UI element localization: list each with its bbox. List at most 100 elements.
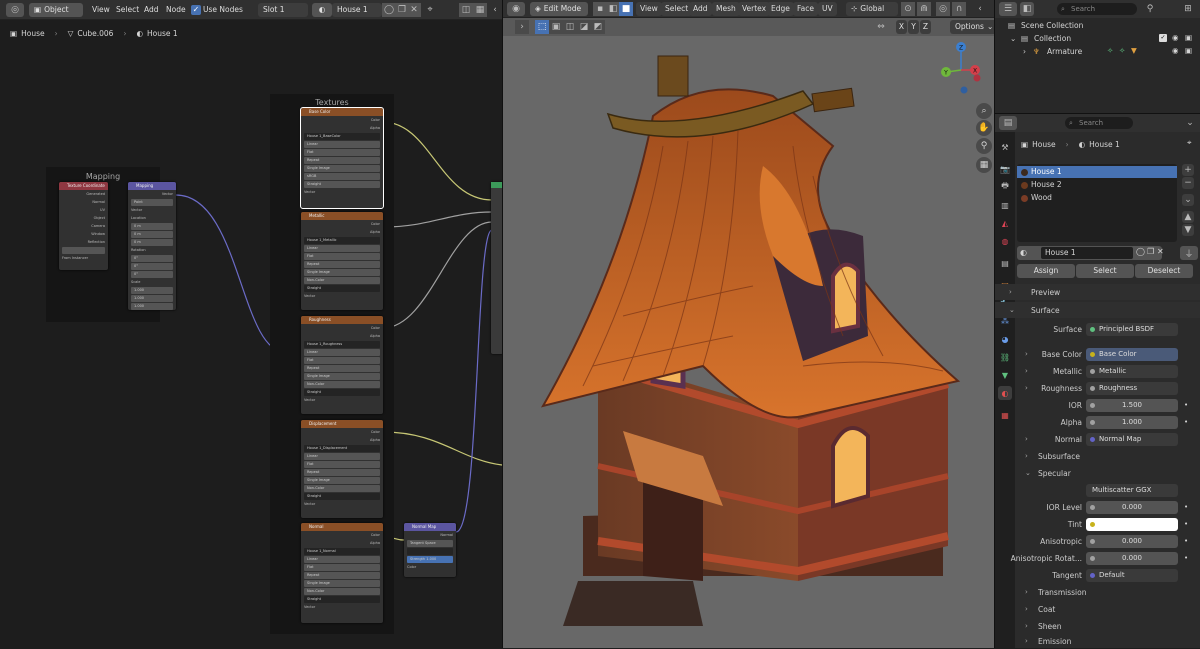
select-mode-extend-icon[interactable]: ◫ xyxy=(563,20,577,34)
unlink-icon[interactable]: ✕ xyxy=(1157,247,1164,256)
world-tab-icon[interactable]: ◍ xyxy=(998,234,1012,248)
animate-dot-icon[interactable]: • xyxy=(1184,401,1188,409)
move-up-icon[interactable]: ▲ xyxy=(1182,211,1194,223)
coat-subpanel[interactable]: › Coat xyxy=(995,601,1200,617)
outliner[interactable]: ☰ ◧ ⌕ Search ⚲ ⊞ ▤ Scene Collection ⌄ ▤ C… xyxy=(995,0,1200,113)
colorspace-dropdown[interactable]: Non-Color xyxy=(304,277,380,284)
output-tab-icon[interactable]: 🖶 xyxy=(998,180,1012,194)
proportional-edit-icon[interactable]: ◎ xyxy=(936,2,950,16)
add-slot-icon[interactable]: + xyxy=(1182,164,1194,176)
slot-row[interactable]: House 1 xyxy=(1017,166,1177,178)
falloff-icon[interactable]: ∩ xyxy=(952,2,966,16)
alpha-dropdown[interactable]: Straight xyxy=(304,285,380,292)
base-color-link-field[interactable]: Base Color xyxy=(1086,347,1178,361)
interpolation-dropdown[interactable]: Linear xyxy=(304,141,380,148)
location-z[interactable]: 0 m xyxy=(131,239,173,246)
ior-level-field[interactable]: 0.000 xyxy=(1086,500,1178,514)
link-dropdown-icon[interactable]: ⏚ xyxy=(1180,246,1198,260)
exclude-checkbox[interactable]: ✓ xyxy=(1159,34,1167,42)
menu-edge[interactable]: Edge xyxy=(767,2,794,16)
edit-mode-dropdown[interactable]: ◈ Edit Mode xyxy=(530,2,588,16)
image-field[interactable]: House 1_BaseColor xyxy=(304,133,380,140)
display-mode-icon[interactable]: ◧ xyxy=(1020,2,1034,16)
material-slot-list[interactable]: House 1 House 2 Wood xyxy=(1017,164,1177,242)
eye-icon[interactable]: ◉ xyxy=(1172,46,1179,55)
anisotropic-field[interactable]: 0.000 xyxy=(1086,534,1178,548)
editor-type-icon[interactable]: ◉ xyxy=(507,2,525,16)
location-y[interactable]: 0 m xyxy=(131,231,173,238)
alpha-field[interactable]: 1.000 xyxy=(1086,415,1178,429)
extension-dropdown[interactable]: Repeat xyxy=(304,365,380,372)
menu-vertex[interactable]: Vertex xyxy=(738,2,771,16)
options-icon[interactable]: ⌄ xyxy=(1183,116,1197,130)
colorspace-dropdown[interactable]: Non-Color xyxy=(304,588,380,595)
chevron-right-icon[interactable]: › xyxy=(1023,47,1026,56)
sheen-subpanel[interactable]: › Sheen xyxy=(995,618,1200,634)
interpolation-dropdown[interactable]: Linear xyxy=(304,245,380,252)
normal-link-field[interactable]: Normal Map xyxy=(1086,432,1178,446)
edge-select-icon[interactable]: ◧ xyxy=(606,2,620,16)
sidebar-toggle-icon[interactable]: ‹ xyxy=(973,2,987,16)
animate-dot-icon[interactable]: • xyxy=(1184,418,1188,426)
source-dropdown[interactable]: Single Image xyxy=(304,373,380,380)
view-layer-tab-icon[interactable]: ▥ xyxy=(998,198,1012,212)
shader-editor[interactable]: ◎ ▣ Object View Select Add Node ✓ Use Nod… xyxy=(0,0,503,648)
normal-texture-node[interactable]: Normal Color Alpha House 1_Normal Linear… xyxy=(301,523,383,623)
filter-icon[interactable]: ⚲ xyxy=(1143,2,1157,16)
source-dropdown[interactable]: Single Image xyxy=(304,477,380,484)
mirror-z-toggle[interactable]: Z xyxy=(920,20,931,34)
properties-search[interactable]: ⌕ Search xyxy=(1065,117,1133,129)
tool-tab-icon[interactable]: ⚒ xyxy=(998,140,1012,154)
specular-subpanel[interactable]: ⌄ Specular xyxy=(995,465,1200,481)
outliner-row-scene-collection[interactable]: ▤ Scene Collection xyxy=(995,20,1200,33)
image-field[interactable]: House 1_Normal xyxy=(304,548,380,555)
distribution-dropdown[interactable]: Multiscatter GGX xyxy=(1086,483,1178,497)
material-browse-icon[interactable]: ◐ xyxy=(1020,248,1027,257)
metallic-link-field[interactable]: Metallic xyxy=(1086,364,1178,378)
rotation-z[interactable]: 0° xyxy=(131,271,173,278)
preview-panel-header[interactable]: › Preview xyxy=(995,284,1200,300)
animate-dot-icon[interactable]: • xyxy=(1184,503,1188,511)
outliner-search[interactable]: ⌕ Search xyxy=(1057,3,1137,15)
rotation-x[interactable]: 0° xyxy=(131,255,173,262)
alpha-dropdown[interactable]: Straight xyxy=(304,181,380,188)
vertex-select-icon[interactable]: ▪ xyxy=(593,2,607,16)
slot-specials-icon[interactable]: ⌄ xyxy=(1182,194,1194,206)
mapping-node[interactable]: Mapping Vector Point Vector Location 0 m… xyxy=(128,182,176,310)
menu-view[interactable]: View xyxy=(636,2,662,16)
properties-editor[interactable]: ▤ ⌕Search ⌄ ⚒ 📷 🖶 ▥ ◭ ◍ ▤ ▣ 🔧 ⁂ ◕ ⛓ ▼ ◐ … xyxy=(995,114,1200,648)
alpha-dropdown[interactable]: Straight xyxy=(304,493,380,500)
area-divider[interactable] xyxy=(502,0,503,648)
editor-type-icon[interactable]: ☰ xyxy=(999,2,1017,16)
slot-row[interactable]: Wood xyxy=(1017,192,1177,204)
source-dropdown[interactable]: Single Image xyxy=(304,580,380,587)
interpolation-dropdown[interactable]: Linear xyxy=(304,349,380,356)
tint-color-swatch[interactable] xyxy=(1086,517,1178,531)
from-instancer-checkbox[interactable]: From Instancer xyxy=(62,255,105,262)
area-divider[interactable] xyxy=(995,113,1200,114)
image-field[interactable]: House 1_Metallic xyxy=(304,237,380,244)
projection-dropdown[interactable]: Flat xyxy=(304,357,380,364)
source-dropdown[interactable]: Single Image xyxy=(304,269,380,276)
base-color-texture-node[interactable]: Base Color Color Alpha House 1_BaseColor… xyxy=(300,107,384,209)
emission-subpanel[interactable]: › Emission xyxy=(995,633,1200,649)
face-select-icon[interactable]: ■ xyxy=(619,2,633,16)
menu-mesh[interactable]: Mesh xyxy=(712,2,740,16)
mirror-x-toggle[interactable]: X xyxy=(896,20,907,34)
alpha-dropdown[interactable]: Straight xyxy=(304,596,380,603)
material-datablock[interactable]: ◐ House 1 ◯ ❐ ✕ xyxy=(1017,246,1164,260)
menu-face[interactable]: Face xyxy=(793,2,818,16)
texture-coordinate-node[interactable]: Texture Coordinate Generated Normal UV O… xyxy=(59,182,108,270)
camera-icon[interactable]: ▣ xyxy=(1185,46,1192,55)
eye-icon[interactable]: ◉ xyxy=(1172,33,1179,42)
scale-y[interactable]: 1.000 xyxy=(131,295,173,302)
transform-orientation-dropdown[interactable]: ⊹ Global xyxy=(846,2,898,16)
interpolation-dropdown[interactable]: Linear xyxy=(304,556,380,563)
options-dropdown[interactable]: Options ⌄ xyxy=(950,20,994,34)
mirror-y-toggle[interactable]: Y xyxy=(908,20,919,34)
render-tab-icon[interactable]: 📷 xyxy=(998,162,1012,176)
duplicate-icon[interactable]: ❐ xyxy=(1147,247,1154,256)
subsurface-subpanel[interactable]: › Subsurface xyxy=(995,448,1200,464)
object-field[interactable] xyxy=(62,247,105,254)
location-x[interactable]: 0 m xyxy=(131,223,173,230)
